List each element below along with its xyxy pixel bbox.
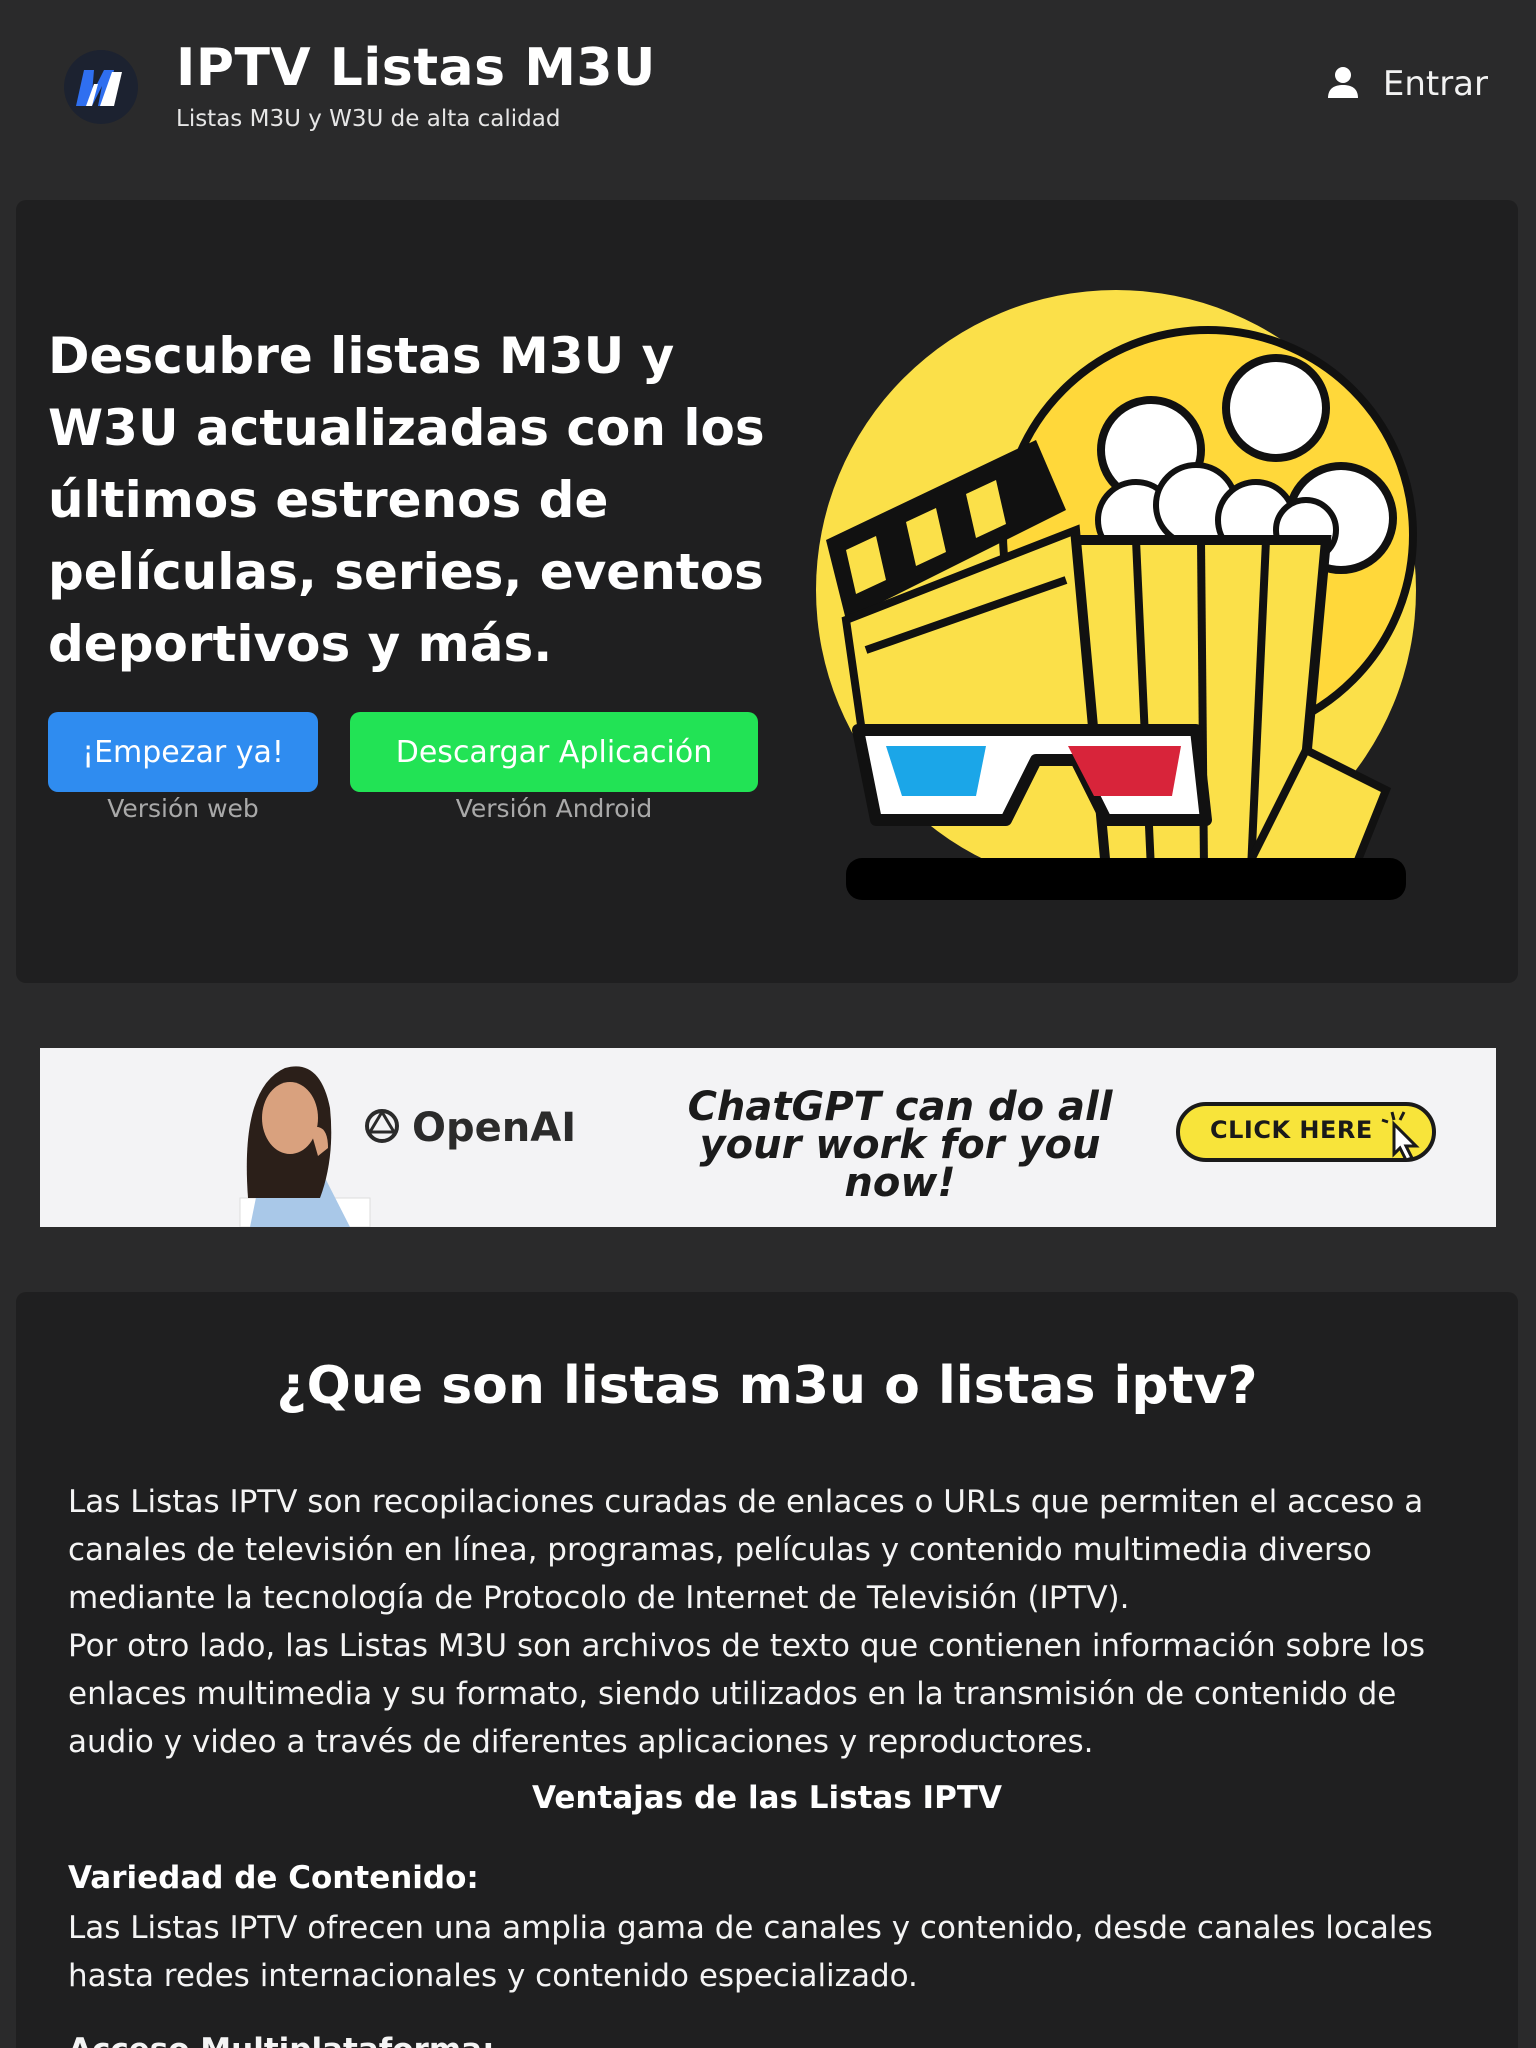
openai-logo-icon [362,1106,402,1150]
site-title[interactable]: IPTV Listas M3U [176,38,656,98]
advantage-1-text: Las Listas IPTV ofrecen una amplia gama … [68,1910,1433,1994]
site-header: IPTV Listas M3U Listas M3U y W3U de alta… [0,0,1536,170]
advantage-1-title: Variedad de Contenido: [68,1860,479,1896]
login-button[interactable]: Entrar [1325,62,1488,106]
info-title: ¿Que son listas m3u o listas iptv? [276,1356,1258,1416]
hero-section: Descubre listas M3U y W3U actualizadas c… [16,200,1518,983]
download-caption: Versión Android [455,794,653,823]
user-icon [1325,64,1361,104]
download-app-button[interactable]: Descargar Aplicación [350,712,758,792]
login-label: Entrar [1382,64,1488,104]
site-subtitle: Listas M3U y W3U de alta calidad [176,106,561,132]
hero-title: Descubre listas M3U y W3U actualizadas c… [48,327,765,673]
advantages-title: Ventajas de las Listas IPTV [532,1780,1002,1816]
info-paragraph-2: Por otro lado, las Listas M3U son archiv… [68,1628,1425,1760]
site-logo-icon[interactable] [64,50,138,124]
start-caption: Versión web [107,794,259,823]
ad-click-here-button[interactable]: CLICK HERE [1176,1102,1436,1162]
ad-banner[interactable]: OpenAI ChatGPT can do all your work for … [40,1048,1496,1227]
ad-headline: ChatGPT can do all your work for you now… [687,1084,1113,1206]
ad-brand: OpenAI [362,1098,576,1158]
ad-brand-label: OpenAI [412,1105,577,1151]
info-section: ¿Que son listas m3u o listas iptv? Las L… [16,1292,1518,2048]
ad-cta-label: CLICK HERE [1210,1116,1373,1144]
start-now-button[interactable]: ¡Empezar ya! [48,712,318,792]
cursor-click-icon [1376,1108,1428,1164]
advantage-2-title: Acceso Multiplataforma: [68,2032,494,2048]
cinema-illustration [806,290,1446,902]
info-paragraph-1: Las Listas IPTV son recopilaciones curad… [68,1484,1424,1616]
